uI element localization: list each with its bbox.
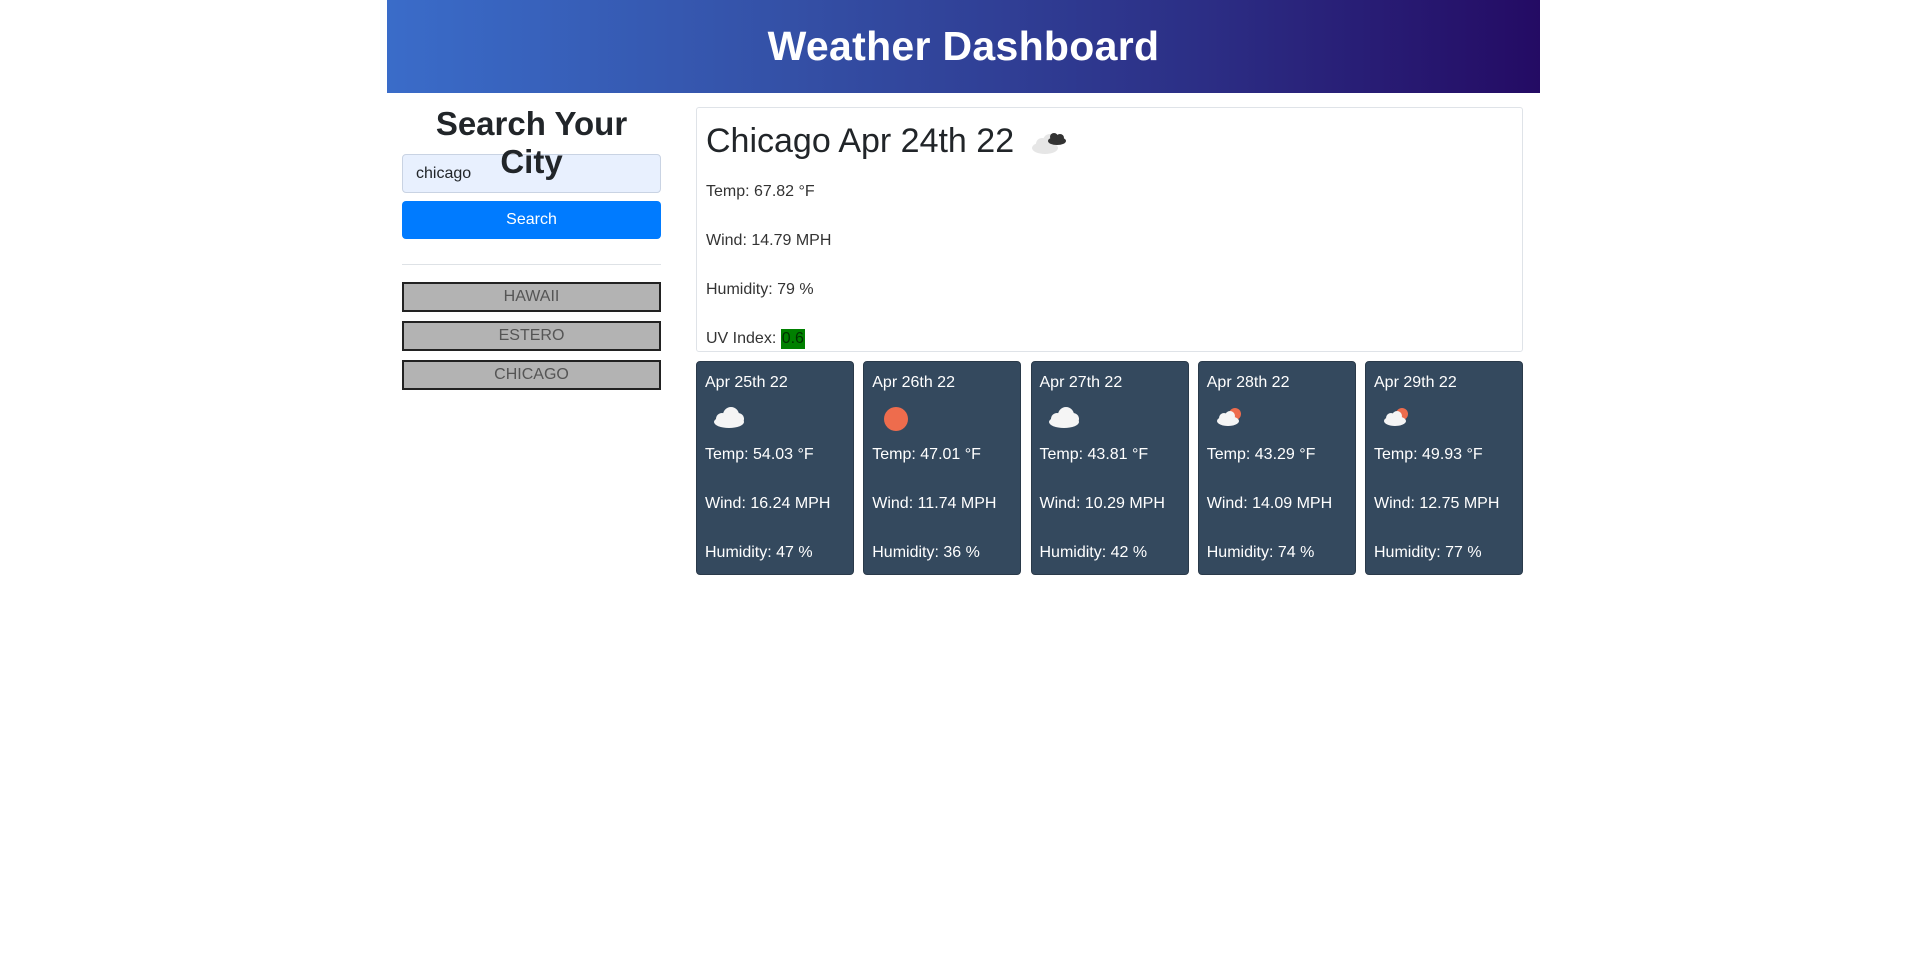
forecast-temp: Temp: 54.03 °F — [705, 446, 814, 463]
history-item-hawaii[interactable]: HAWAII — [402, 282, 661, 312]
forecast-card: Apr 29th 22 Temp: 49.93 °F Wind: 12.75 M… — [1365, 361, 1523, 575]
forecast-humidity: Humidity: 74 % — [1206, 544, 1315, 561]
forecast-temp: Temp: 47.01 °F — [872, 446, 981, 463]
forecast-temp: Temp: 49.93 °F — [1374, 446, 1483, 463]
broken-clouds-icon — [1030, 126, 1070, 156]
forecast-card: Apr 28th 22 Temp: 43.29 °F Wind: 14.09 M… — [1197, 361, 1356, 575]
forecast-wind: Wind: 10.29 MPH — [1039, 495, 1165, 512]
cloud-icon — [1040, 401, 1090, 435]
forecast-card: Apr 26th 22 Temp: 47.01 °F Wind: 11.74 M… — [863, 361, 1022, 575]
forecast-wind: Wind: 12.75 MPH — [1374, 495, 1500, 512]
history-item-chicago[interactable]: CHICAGO — [402, 360, 661, 390]
search-button[interactable]: Search — [402, 201, 661, 239]
forecast-date: Apr 29th 22 — [1374, 374, 1457, 391]
current-weather-header: Chicago Apr 24th 22 — [706, 119, 1513, 163]
sidebar-divider — [402, 264, 661, 265]
forecast-date: Apr 26th 22 — [872, 374, 955, 391]
forecast-temp: Temp: 43.81 °F — [1039, 446, 1149, 463]
forecast-date: Apr 25th 22 — [705, 374, 788, 391]
forecast-wind: Wind: 16.24 MPH — [705, 495, 831, 512]
forecast-humidity: Humidity: 42 % — [1039, 544, 1148, 561]
current-city-date: Chicago Apr 24th 22 — [706, 121, 1015, 160]
forecast-temp: Temp: 43.29 °F — [1206, 446, 1316, 463]
cloud-icon — [705, 401, 755, 435]
current-weather-card: Chicago Apr 24th 22 Temp: 67.82 °F Wind:… — [696, 107, 1523, 352]
sun-icon — [872, 401, 922, 435]
page-title: Weather Dashboard — [767, 23, 1160, 69]
forecast-card: Apr 25th 22 Temp: 54.03 °F Wind: 16.24 M… — [696, 361, 854, 575]
header-banner: Weather Dashboard — [387, 0, 1540, 93]
current-temp: Temp: 67.82 °F — [706, 183, 815, 200]
forecast-humidity: Humidity: 77 % — [1374, 544, 1482, 561]
page: Weather Dashboard Search Your City Searc… — [387, 0, 1540, 575]
forecast-wind: Wind: 14.09 MPH — [1206, 495, 1333, 512]
forecast-wind: Wind: 11.74 MPH — [872, 495, 997, 512]
forecast-humidity: Humidity: 36 % — [872, 544, 980, 561]
partly-cloudy-icon — [1374, 401, 1424, 435]
search-heading: Search Your City — [435, 105, 628, 180]
history-item-estero[interactable]: ESTERO — [402, 321, 661, 351]
uv-index-badge: 0.6 — [780, 329, 805, 349]
search-history-list: HAWAII ESTERO CHICAGO — [402, 282, 661, 390]
forecast-date: Apr 28th 22 — [1206, 374, 1290, 391]
five-day-forecast: Apr 25th 22 Temp: 54.03 °F Wind: 16.24 M… — [696, 361, 1523, 575]
current-uv: UV Index: 0.6 — [706, 329, 1513, 349]
sidebar: Search Your City Search HAWAII ESTERO CH… — [402, 93, 661, 399]
current-humidity: Humidity: 79 % — [706, 281, 814, 298]
current-wind: Wind: 14.79 MPH — [706, 232, 832, 249]
uv-label: UV Index: — [706, 330, 781, 347]
forecast-card: Apr 27th 22 Temp: 43.81 °F Wind: 10.29 M… — [1030, 361, 1189, 575]
forecast-date: Apr 27th 22 — [1039, 374, 1123, 391]
forecast-humidity: Humidity: 47 % — [705, 544, 813, 561]
partly-cloudy-icon — [1207, 401, 1257, 435]
